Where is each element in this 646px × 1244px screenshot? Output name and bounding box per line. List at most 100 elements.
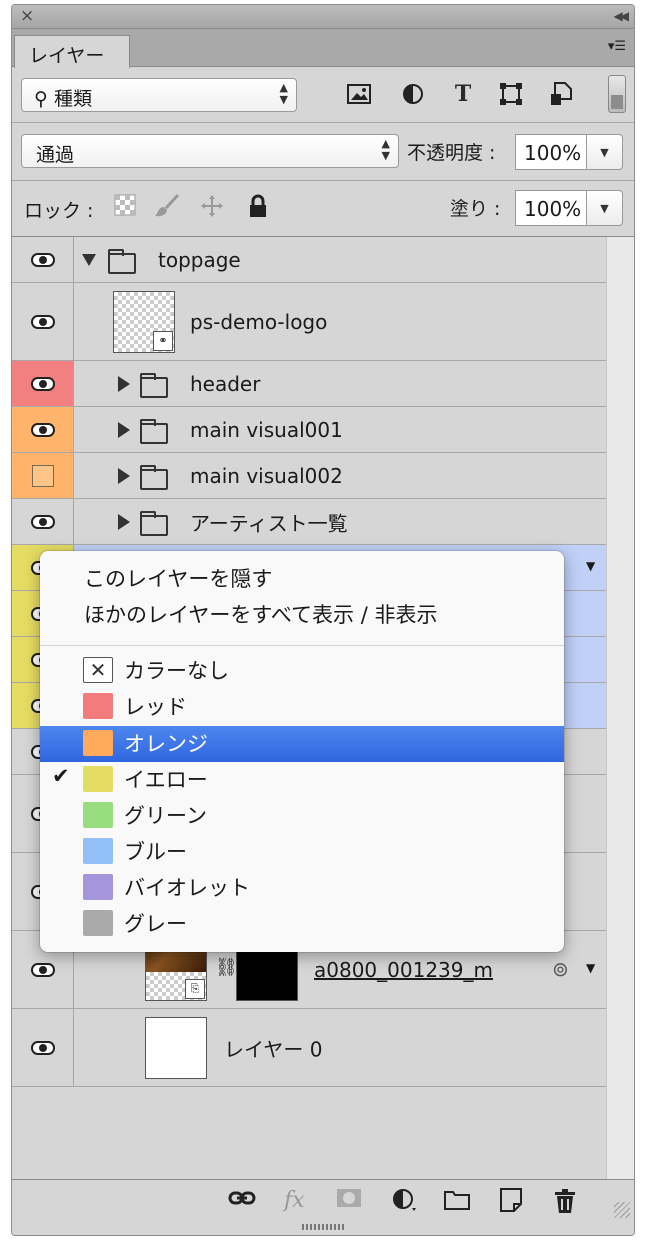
lock-brush-icon[interactable] xyxy=(154,193,180,223)
layers-scrollbar[interactable] xyxy=(606,237,634,1179)
no-color-x-icon: ✕ xyxy=(83,657,113,683)
type-layer-filter-icon[interactable]: T xyxy=(446,79,480,109)
panel-menu-icon[interactable]: ▾☰ xyxy=(608,39,626,54)
visibility-toggle[interactable] xyxy=(12,283,74,360)
filter-kind-select[interactable]: ⚲ 種類 ▲ ▼ xyxy=(21,78,297,112)
visibility-toggle[interactable] xyxy=(12,237,74,282)
collapsed-triangle-icon[interactable] xyxy=(118,514,130,530)
blend-mode-value: 通過 xyxy=(36,144,75,166)
filter-kind-label: 種類 xyxy=(53,88,92,110)
lock-label: ロック : xyxy=(24,200,94,222)
layer-name: a0800_001239_m xyxy=(314,957,493,982)
gray-swatch xyxy=(83,910,113,936)
fx-icon[interactable]: fx xyxy=(284,1188,305,1213)
add-mask-icon[interactable] xyxy=(336,1188,362,1214)
color-label: バイオレット xyxy=(124,876,250,900)
layer-row[interactable]: main visual002 xyxy=(12,453,606,499)
checkmark-icon: ✔ xyxy=(52,764,70,788)
layer-style-dropdown-icon[interactable]: ▼ xyxy=(586,961,595,975)
link-layers-icon[interactable] xyxy=(228,1188,256,1214)
eye-icon xyxy=(30,422,55,437)
layer-row[interactable]: header xyxy=(12,361,606,407)
green-swatch xyxy=(83,802,113,828)
layer-style-dropdown-icon[interactable]: ▼ xyxy=(586,559,595,573)
opacity-label: 不透明度 : xyxy=(407,142,496,164)
color-label: カラーなし xyxy=(124,659,229,683)
new-adjustment-layer-icon[interactable] xyxy=(392,1188,416,1218)
layer-name: アーティスト一覧 xyxy=(190,511,348,535)
color-label: グリーン xyxy=(124,804,207,828)
collapse-icon[interactable]: ◀◀ xyxy=(614,6,630,26)
blue-swatch xyxy=(83,838,113,864)
trash-icon[interactable] xyxy=(554,1188,576,1220)
expanded-triangle-icon[interactable] xyxy=(82,254,96,266)
eye-icon xyxy=(30,314,55,329)
layer-effects-icon[interactable]: ⊚ xyxy=(552,957,569,981)
toggle-other-layers-menu-item[interactable]: ほかのレイヤーをすべて表示 / 非表示 xyxy=(84,599,437,629)
filter-toggle-switch[interactable] xyxy=(608,75,626,113)
fill-dropdown-button[interactable]: ▼ xyxy=(587,190,623,226)
blend-row: 通過 ▲ ▼ 不透明度 : 100% ▼ xyxy=(12,123,634,181)
visibility-toggle[interactable] xyxy=(12,1009,74,1086)
opacity-input[interactable]: 100% xyxy=(515,134,587,170)
visibility-toggle[interactable] xyxy=(12,499,74,544)
new-group-folder-icon[interactable] xyxy=(444,1188,470,1216)
color-menu-item-orange[interactable]: オレンジ xyxy=(40,726,564,762)
hide-layer-menu-item[interactable]: このレイヤーを隠す xyxy=(84,563,272,593)
color-menu-item-blue[interactable]: ブルー xyxy=(40,834,564,870)
adjustment-layer-filter-icon[interactable] xyxy=(396,79,430,109)
collapsed-triangle-icon[interactable] xyxy=(118,468,130,484)
lock-all-icon[interactable] xyxy=(248,194,268,223)
color-menu-item-red[interactable]: レッド xyxy=(40,689,564,725)
hidden-visibility-box xyxy=(31,464,54,487)
smart-object-badge-icon: ⎘ xyxy=(185,979,205,999)
layer-row[interactable]: レイヤー 0 xyxy=(12,1009,606,1087)
smart-object-badge-icon: ⚭ xyxy=(153,331,173,351)
fill-input[interactable]: 100% xyxy=(515,190,587,226)
eye-icon xyxy=(30,514,55,529)
layer-name: header xyxy=(190,371,261,396)
panel-titlebar: × ◀◀ xyxy=(12,5,634,29)
smart-object-filter-icon[interactable] xyxy=(544,79,578,109)
layer-row[interactable]: toppage xyxy=(12,237,606,283)
lock-transparent-icon[interactable] xyxy=(114,194,136,221)
bottom-toolbar: fx xyxy=(12,1179,634,1235)
opacity-dropdown-button[interactable]: ▼ xyxy=(587,134,623,170)
collapsed-triangle-icon[interactable] xyxy=(118,422,130,438)
layer-name: toppage xyxy=(158,247,241,272)
filter-row: ⚲ 種類 ▲ ▼ T xyxy=(12,67,634,123)
close-icon[interactable]: × xyxy=(20,6,34,26)
tab-layers-label: レイヤー xyxy=(29,45,105,67)
layer-name: main visual002 xyxy=(190,463,343,488)
layer-row[interactable]: アーティスト一覧 xyxy=(12,499,606,545)
color-menu-item-green[interactable]: グリーン xyxy=(40,798,564,834)
color-label: レッド xyxy=(124,695,187,719)
link-icon[interactable]: ⛓ xyxy=(215,957,238,978)
collapsed-triangle-icon[interactable] xyxy=(118,376,130,392)
visibility-toggle[interactable] xyxy=(12,453,74,498)
visibility-toggle[interactable] xyxy=(12,407,74,452)
corner-resize-handle[interactable] xyxy=(614,1202,630,1218)
eye-icon xyxy=(30,252,55,267)
shape-layer-filter-icon[interactable] xyxy=(494,79,528,109)
new-layer-icon[interactable] xyxy=(500,1188,522,1218)
resize-grip[interactable] xyxy=(302,1224,346,1230)
violet-swatch xyxy=(83,874,113,900)
layer-row[interactable]: main visual001 xyxy=(12,407,606,453)
fill-value: 100% xyxy=(524,197,582,221)
pixel-layer-filter-icon[interactable] xyxy=(342,79,376,109)
layer-row[interactable]: ⚭ ps-demo-logo xyxy=(12,283,606,361)
color-label: オレンジ xyxy=(124,732,208,756)
color-menu-item-violet[interactable]: バイオレット xyxy=(40,870,564,906)
tab-layers[interactable]: レイヤー xyxy=(14,35,130,68)
visibility-toggle[interactable] xyxy=(12,361,74,406)
color-menu-item-gray[interactable]: グレー xyxy=(40,906,564,942)
layer-thumbnail xyxy=(145,1017,207,1079)
lock-position-icon[interactable] xyxy=(200,194,224,223)
eye-icon xyxy=(30,376,55,391)
color-menu-item-none[interactable]: ✕ カラーなし xyxy=(40,653,564,689)
fill-label: 塗り : xyxy=(450,198,501,220)
color-menu-item-yellow[interactable]: ✔ イエロー xyxy=(40,762,564,798)
folder-icon xyxy=(140,511,168,536)
blend-mode-select[interactable]: 通過 ▲ ▼ xyxy=(21,134,399,168)
